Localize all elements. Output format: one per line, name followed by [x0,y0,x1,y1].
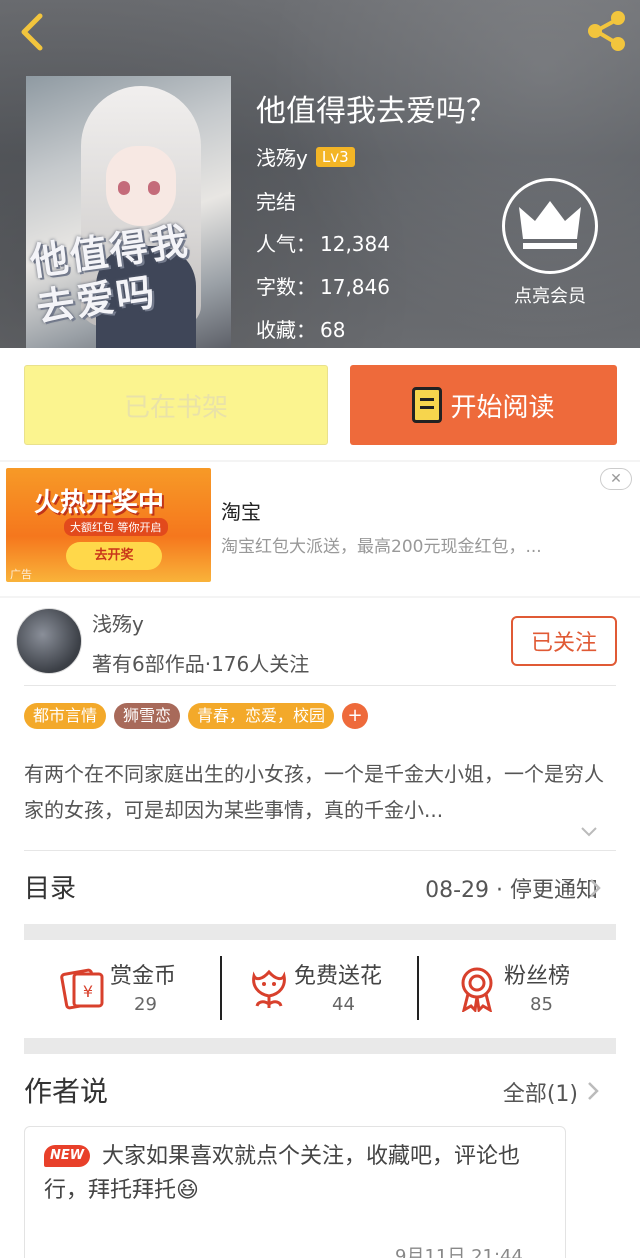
start-reading-button[interactable]: 开始阅读 [350,365,617,445]
word-count-row: 字数： 17,846 [256,271,390,300]
in-shelf-label: 已在书架 [123,392,228,423]
author-name[interactable]: 浅殇y [256,142,308,171]
cover-eye-right [148,181,160,195]
favorites-label: 收藏： [256,318,316,342]
vip-membership-button[interactable]: 点亮会员 [500,178,600,308]
svg-text:¥: ¥ [83,982,93,1001]
medal-ribbon-icon [461,967,493,1012]
follow-label: 已关注 [530,631,597,656]
section-separator [24,924,616,940]
new-badge: NEW [44,1145,90,1167]
ad-tag: 广告 [10,568,32,581]
ad-image-subtitle: 大额红包 等你开启 [64,518,168,536]
ad-close-button[interactable]: ✕ [600,468,632,490]
follow-button[interactable]: 已关注 [511,616,617,666]
favorites-row: 收藏： 68 [256,314,345,343]
flower-icon [252,969,286,1008]
chevron-right-icon [588,1082,599,1100]
chevron-right-icon [590,879,601,897]
cover-eye-left [118,181,130,195]
popularity-value: 12,384 [320,232,390,256]
author-card-info: 著有6部作品·176人关注 [92,652,310,676]
divider [24,685,616,686]
author-row[interactable]: 浅殇y Lv3 [256,142,355,171]
reward-coins-label: 赏金币 [110,964,177,989]
add-tag-icon[interactable]: + [342,703,369,729]
ad-title[interactable]: 淘宝 [221,496,261,525]
tag-list: 都市言情 狮雪恋 青春，恋爱，校园 + [24,703,369,729]
free-flower-stat[interactable]: 免费送花 44 [246,956,416,1026]
book-header: 他值得我去爱吗 他值得我去爱吗？ 浅殇y Lv3 完结 人气： 12,384 字数… [0,0,640,348]
book-description[interactable]: 有两个在不同家庭出生的小女孩，一个是千金大小姐，一个是穷人家的女孩，可是却因为某… [24,756,616,828]
tag-chip[interactable]: 青春，恋爱，校园 [188,703,335,729]
toc-title: 目录 [24,874,77,904]
toc-latest-chapter[interactable]: 08-29 · 停更通知 [425,872,598,904]
start-reading-label: 开始阅读 [450,392,555,423]
fan-ranking-value: 85 [530,994,553,1015]
fan-ranking-stat[interactable]: 粉丝榜 85 [456,956,616,1026]
action-bar: 已在书架 开始阅读 [0,348,640,460]
section-separator [24,1038,616,1054]
word-count-value: 17,846 [320,275,390,299]
tag-chip[interactable]: 狮雪恋 [114,703,181,729]
vip-circle [502,178,598,274]
book-status: 完结 [256,190,296,214]
book-icon [412,387,443,423]
author-says-all-link[interactable]: 全部(1) [503,1076,578,1108]
free-flower-value: 44 [332,994,355,1015]
tag-chip[interactable]: 都市言情 [24,703,107,729]
ad-image-headline: 火热开奖中 [34,488,165,518]
back-arrow-icon[interactable] [14,10,54,54]
reward-coins-value: 29 [134,994,157,1015]
in-shelf-button[interactable]: 已在书架 [24,365,328,445]
reward-coins-stat[interactable]: ¥ 赏金币 29 [60,956,220,1026]
book-cover[interactable]: 他值得我去爱吗 [26,76,231,348]
author-says-title: 作者说 [24,1075,109,1108]
author-card-name[interactable]: 浅殇y [92,608,144,637]
stat-divider [417,956,419,1020]
ad-image-cta[interactable]: 去开奖 [66,542,162,570]
author-post-text: 大家如果喜欢就点个关注，收藏吧，评论也行，拜托拜托😆 [44,1144,521,1203]
chevron-down-icon[interactable] [580,822,598,840]
share-icon[interactable] [584,8,630,54]
popularity-label: 人气： [256,232,316,256]
ad-banner[interactable]: 火热开奖中 大额红包 等你开启 去开奖 广告 [0,462,640,596]
avatar[interactable] [16,608,82,674]
favorites-value: 68 [320,318,346,342]
book-title: 他值得我去爱吗？ [256,94,496,129]
popularity-row: 人气： 12,384 [256,228,390,257]
ad-image[interactable]: 火热开奖中 大额红包 等你开启 去开奖 广告 [6,468,211,582]
fan-ranking-label: 粉丝榜 [504,964,571,989]
author-post-date: 9月11日 21:44 [395,1246,523,1258]
vip-label: 点亮会员 [514,286,586,307]
crown-icon [519,201,581,249]
word-count-label: 字数： [256,275,316,299]
free-flower-label: 免费送花 [294,964,383,989]
cover-title-art: 他值得我去爱吗 [27,217,192,330]
red-envelope-coin-icon: ¥ [60,968,104,1010]
stat-divider [220,956,222,1020]
cover-figure-face [106,146,176,226]
ad-description[interactable]: 淘宝红包大派送，最高200元现金红包，... [221,532,542,557]
level-badge: Lv3 [315,146,355,167]
